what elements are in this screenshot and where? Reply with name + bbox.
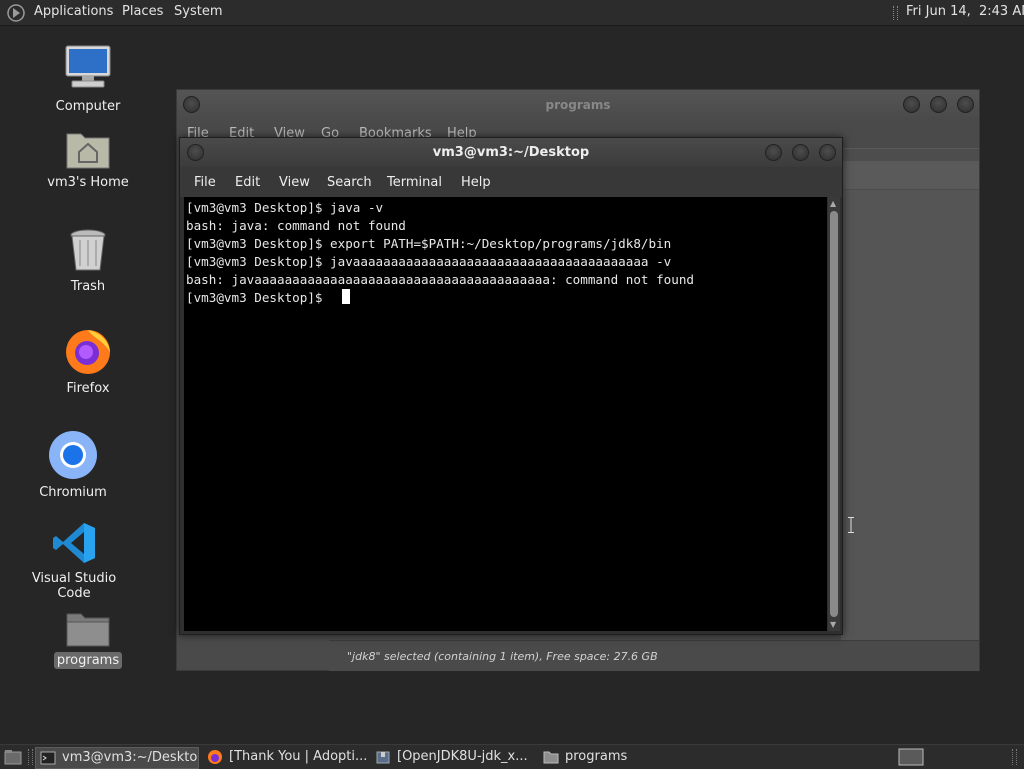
- terminal-line: [vm3@vm3 Desktop]$ java -v: [186, 200, 384, 215]
- desktop-icon-programs[interactable]: programs: [40, 610, 136, 669]
- terminal-prompt: [vm3@vm3 Desktop]$: [186, 290, 331, 305]
- term-menu-help[interactable]: Help: [461, 175, 491, 190]
- folder-icon: [66, 613, 110, 647]
- desktop-icon-home[interactable]: vm3's Home: [40, 128, 136, 191]
- terminal-line: [vm3@vm3 Desktop]$ export PATH=$PATH:~/D…: [186, 236, 672, 251]
- desktop-icon-label: programs: [53, 652, 123, 669]
- firefox-icon: [208, 750, 222, 764]
- scrollbar-thumb[interactable]: [830, 211, 838, 617]
- scroll-down-icon[interactable]: ▼: [830, 620, 836, 629]
- maximize-button[interactable]: [930, 96, 947, 113]
- bottom-panel: vm3@vm3:~/Desktop [Thank You | Adopti...…: [0, 744, 1024, 769]
- close-button[interactable]: [957, 96, 974, 113]
- fm-toolbar: [841, 148, 979, 191]
- maximize-button[interactable]: [792, 144, 809, 161]
- scroll-up-icon[interactable]: ▲: [830, 199, 836, 208]
- terminal-icon: [40, 751, 56, 765]
- desktop-icon-firefox[interactable]: Firefox: [40, 326, 136, 397]
- terminal-line: [vm3@vm3 Desktop]$ javaaaaaaaaaaaaaaaaaa…: [186, 254, 672, 269]
- fm-file-view[interactable]: [841, 190, 979, 640]
- task-terminal[interactable]: vm3@vm3:~/Desktop: [35, 747, 199, 769]
- terminal-line: bash: java: command not found: [186, 218, 406, 233]
- computer-icon: [65, 45, 111, 88]
- task-archive[interactable]: [OpenJDK8U-jdk_x...: [371, 747, 536, 767]
- terminal-output[interactable]: [vm3@vm3 Desktop]$ java -v bash: java: c…: [184, 197, 854, 631]
- terminal-titlebar[interactable]: vm3@vm3:~/Desktop: [180, 138, 842, 167]
- task-label: vm3@vm3:~/Desktop: [62, 750, 199, 765]
- text-cursor-icon: [848, 517, 854, 533]
- term-menu-edit[interactable]: Edit: [235, 175, 260, 190]
- menu-applications[interactable]: Applications: [34, 4, 113, 19]
- desktop-icon-label: Visual Studio Code: [31, 571, 117, 601]
- term-menu-file[interactable]: File: [194, 175, 216, 190]
- term-menu-search[interactable]: Search: [327, 175, 372, 190]
- fm-location-bar[interactable]: [841, 161, 979, 189]
- show-desktop-icon[interactable]: [4, 749, 22, 765]
- chromium-icon: [49, 431, 97, 479]
- main-menu-icon[interactable]: [7, 4, 25, 22]
- desktop-icon-computer[interactable]: Computer: [40, 44, 136, 115]
- desktop-icon-label: Firefox: [66, 381, 110, 396]
- desktop-icon-trash[interactable]: Trash: [40, 228, 136, 295]
- terminal-window[interactable]: vm3@vm3:~/Desktop File Edit View Search …: [179, 137, 854, 635]
- desktop-icon-label: vm3's Home: [47, 175, 129, 190]
- terminal-cursor: [342, 289, 350, 304]
- term-menu-view[interactable]: View: [279, 175, 310, 190]
- task-label: [OpenJDK8U-jdk_x...: [397, 749, 528, 764]
- task-firefox[interactable]: [Thank You | Adopti...: [203, 747, 368, 767]
- panel-handle: [1012, 749, 1017, 765]
- panel-handle: [28, 749, 33, 765]
- close-button[interactable]: [819, 144, 836, 161]
- panel-handle: [893, 6, 898, 20]
- desktop-icon-chromium[interactable]: Chromium: [25, 430, 121, 501]
- top-panel: Applications Places System Fri Jun 14, 2…: [0, 0, 1024, 26]
- fm-status-text: "jdk8" selected (containing 1 item), Fre…: [347, 650, 658, 663]
- home-folder-icon: [66, 133, 110, 169]
- vscode-icon: [53, 523, 95, 563]
- menu-places[interactable]: Places: [122, 4, 163, 19]
- terminal-menubar: File Edit View Search Terminal Help: [180, 167, 842, 197]
- firefox-icon: [66, 330, 110, 374]
- task-label: [Thank You | Adopti...: [229, 749, 368, 764]
- minimize-button[interactable]: [903, 96, 920, 113]
- desktop-icon-vscode[interactable]: Visual Studio Code: [14, 520, 134, 602]
- minimize-button[interactable]: [765, 144, 782, 161]
- workspace-switcher-icon[interactable]: [898, 748, 924, 766]
- term-menu-terminal[interactable]: Terminal: [387, 175, 442, 190]
- clock[interactable]: Fri Jun 14, 2:43 AM: [906, 4, 1024, 19]
- archive-icon: [376, 751, 390, 764]
- desktop-icon-label: Computer: [55, 99, 121, 114]
- file-manager-title: programs: [545, 98, 611, 112]
- terminal-scrollbar[interactable]: ▲ ▼: [828, 197, 840, 631]
- trash-icon: [70, 229, 106, 271]
- fm-statusbar: "jdk8" selected (containing 1 item), Fre…: [329, 640, 979, 671]
- terminal-line: bash: javaaaaaaaaaaaaaaaaaaaaaaaaaaaaaaa…: [186, 272, 694, 287]
- menu-system[interactable]: System: [174, 4, 222, 19]
- file-manager-titlebar[interactable]: programs: [177, 90, 979, 120]
- task-label: programs: [565, 749, 628, 764]
- desktop-icon-label: Chromium: [39, 485, 107, 500]
- folder-icon: [543, 751, 559, 764]
- task-programs[interactable]: programs: [539, 747, 659, 767]
- terminal-title: vm3@vm3:~/Desktop: [432, 145, 590, 160]
- desktop-icon-label: Trash: [70, 279, 106, 294]
